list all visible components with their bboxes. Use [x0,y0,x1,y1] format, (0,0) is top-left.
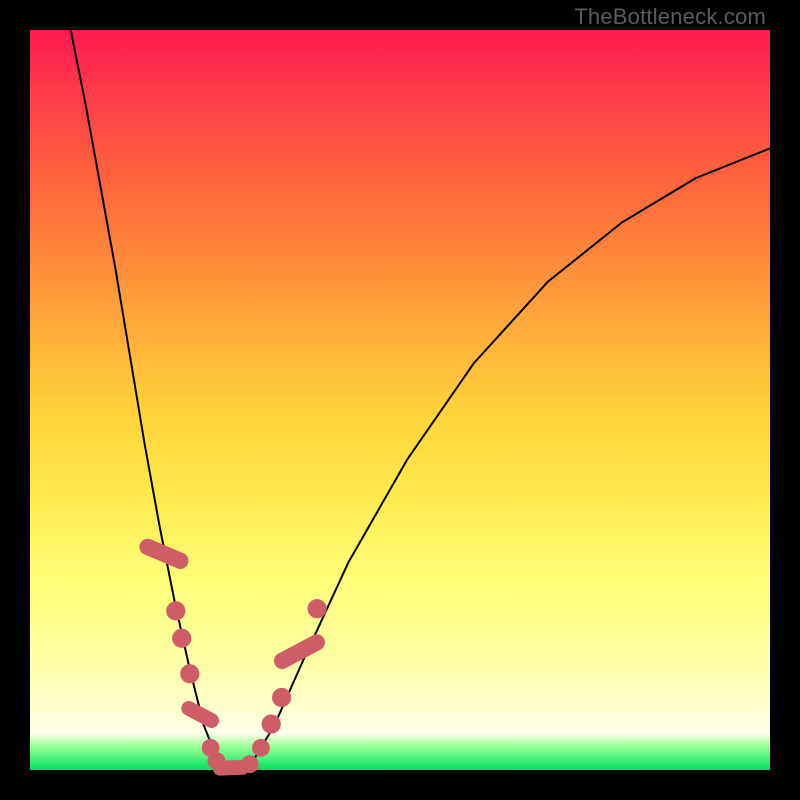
data-marker [137,536,191,571]
plot-area [30,30,770,770]
chart-frame: TheBottleneck.com [0,0,800,800]
data-marker [179,698,222,730]
watermark-text: TheBottleneck.com [574,4,766,30]
marker-layer [137,536,328,776]
data-marker [272,688,291,707]
data-marker [262,715,281,734]
data-marker [166,601,185,620]
data-marker [308,599,327,618]
chart-svg [30,30,770,770]
bottleneck-curve [71,30,770,770]
data-marker [252,739,270,757]
data-marker [180,664,199,683]
data-marker [172,629,191,648]
data-marker [241,755,259,773]
data-marker [271,631,328,671]
